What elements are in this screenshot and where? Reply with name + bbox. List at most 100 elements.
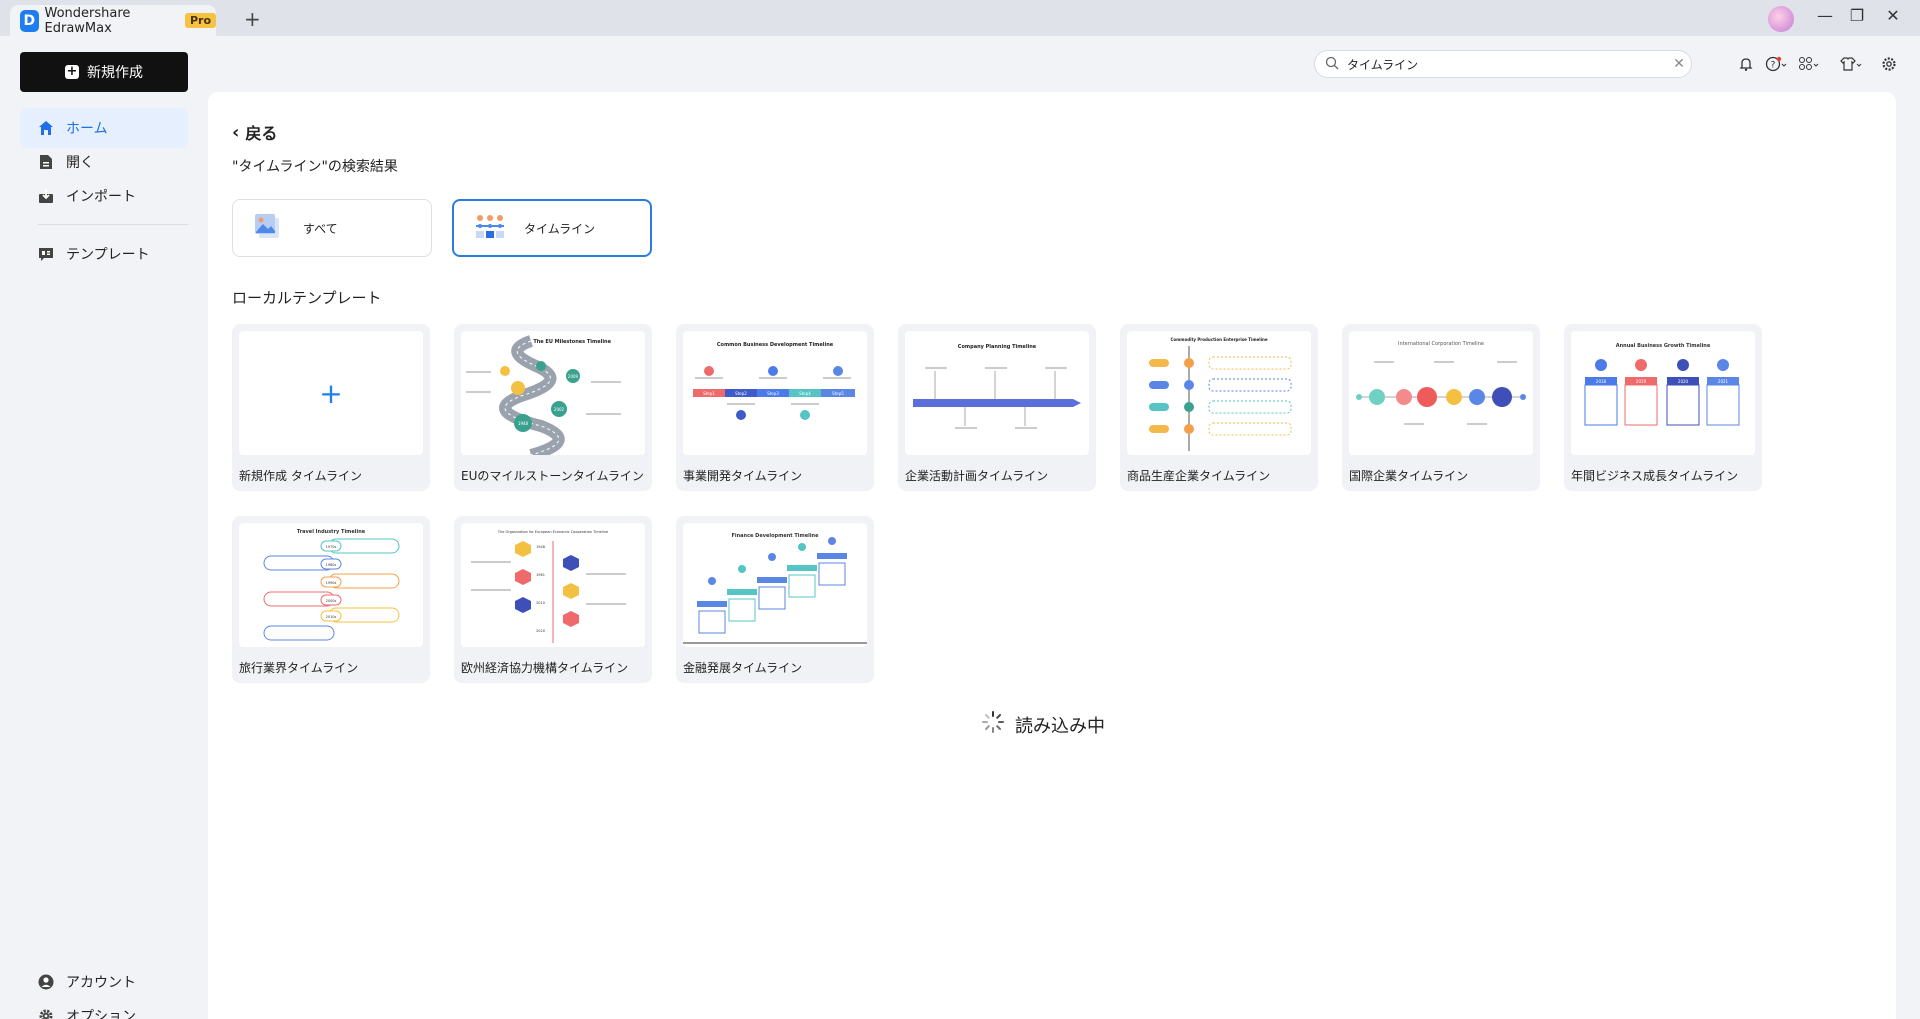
filter-timeline[interactable]: タイムライン [452, 199, 652, 257]
app-name: Wondershare EdrawMax [44, 5, 131, 36]
template-card-finance[interactable]: Finance Development Timeline 金融発展タイムライン [676, 516, 874, 683]
svg-text:1990s: 1990s [326, 581, 337, 585]
template-label: 新規作成 タイムライン [239, 469, 362, 483]
template-label: EUのマイルストーンタイムライン [461, 469, 644, 483]
new-create-button[interactable]: + 新規作成 [20, 52, 188, 92]
loading-spinner-icon [981, 710, 1015, 739]
svg-text:Company Planning Timeline: Company Planning Timeline [958, 344, 1037, 350]
template-thumbnail: Annual Business Growth Timeline 2018 201… [1571, 331, 1755, 455]
svg-text:2020: 2020 [536, 629, 545, 633]
template-card-company-planning[interactable]: Company Planning Timeline 企業活動計画タイムライン [898, 324, 1096, 491]
sidebar-item-import[interactable]: インポート [20, 176, 188, 216]
svg-text:1980s: 1980s [326, 563, 337, 567]
pro-badge: Pro [184, 13, 216, 28]
template-label: 金融発展タイムライン [683, 661, 803, 675]
apps-icon[interactable] [1796, 52, 1822, 76]
search-clear-button[interactable]: ✕ [1667, 56, 1691, 72]
svg-text:1948: 1948 [518, 421, 529, 426]
sidebar-item-label: 開く [66, 155, 94, 171]
help-icon[interactable]: ? [1763, 52, 1789, 76]
sidebar-divider [38, 224, 188, 225]
template-label: 欧州経済協力機構タイムライン [461, 661, 629, 675]
loading-label: 読み込み中 [1015, 715, 1105, 737]
template-card-business-development[interactable]: Common Business Development Timeline Ste… [676, 324, 874, 491]
sidebar-item-label: テンプレート [66, 247, 150, 263]
svg-text:2020: 2020 [1678, 379, 1689, 384]
template-thumbnail: Travel Industry Timeline 1970s 1980s 199… [239, 523, 423, 647]
template-label: 年間ビジネス成長タイムライン [1571, 469, 1739, 483]
app-logo-icon: D [20, 9, 39, 32]
template-thumbnail: Finance Development Timeline [683, 523, 867, 647]
svg-text:2019: 2019 [1636, 379, 1647, 384]
plus-icon: + [319, 376, 343, 410]
new-create-label: 新規作成 [87, 65, 143, 81]
svg-text:2021: 2021 [1718, 379, 1729, 384]
filter-label: すべて [303, 221, 338, 236]
svg-text:1961: 1961 [536, 573, 545, 577]
template-card-commodity[interactable]: Commodity Production Enterprise Timeline… [1120, 324, 1318, 491]
template-label: 旅行業界タイムライン [239, 661, 359, 675]
svg-text:2000s: 2000s [326, 599, 337, 603]
svg-text:Step3: Step3 [767, 391, 779, 396]
svg-text:2018: 2018 [1596, 379, 1607, 384]
search-result-title: "タイムライン"の検索結果 [232, 159, 398, 175]
svg-text:Step4: Step4 [799, 391, 811, 396]
svg-text:Commodity Production Enterpris: Commodity Production Enterprise Timeline [1170, 337, 1267, 342]
app-tab[interactable]: D Wondershare EdrawMax Pro [10, 5, 216, 36]
sidebar: + 新規作成 ホーム 開く インポート テンプレート アカウント オプション [0, 36, 208, 1019]
template-card-annual-growth[interactable]: Annual Business Growth Timeline 2018 201… [1564, 324, 1762, 491]
svg-text:The Organization for European: The Organization for European Economic C… [497, 530, 608, 534]
template-thumbnail: Company Planning Timeline [905, 331, 1089, 455]
filter-label: タイムライン [524, 221, 596, 236]
svg-text:2002: 2002 [554, 407, 565, 412]
sidebar-item-options[interactable]: オプション [20, 996, 188, 1019]
svg-text:2010: 2010 [536, 601, 545, 605]
template-card-eu[interactable]: The EU Milestones Timeline 1948 2002 200… [454, 324, 652, 491]
svg-text:?: ? [1771, 61, 1776, 71]
template-card-oeec[interactable]: The Organization for European Economic C… [454, 516, 652, 683]
template-label: 国際企業タイムライン [1349, 469, 1469, 483]
filter-all[interactable]: すべて [232, 199, 432, 257]
svg-text:Travel Industry Timeline: Travel Industry Timeline [297, 529, 366, 535]
import-icon [38, 188, 54, 204]
svg-text:Step5: Step5 [832, 391, 844, 396]
svg-text:1970s: 1970s [326, 545, 337, 549]
home-icon [38, 120, 54, 136]
svg-text:Finance Development Timeline: Finance Development Timeline [731, 533, 819, 539]
template-label: 商品生産企業タイムライン [1127, 469, 1271, 483]
minimize-button[interactable]: — [1810, 6, 1840, 25]
search-input[interactable]: タイムライン [1347, 56, 1667, 73]
sidebar-item-label: アカウント [66, 975, 136, 991]
new-tab-button[interactable]: + [244, 7, 261, 31]
template-thumbnail: The Organization for European Economic C… [461, 523, 645, 647]
settings-icon[interactable] [1876, 52, 1902, 76]
template-thumbnail: Commodity Production Enterprise Timeline [1127, 331, 1311, 455]
shirt-icon[interactable] [1838, 52, 1864, 76]
svg-text:2010s: 2010s [326, 615, 337, 619]
chevron-left-icon: ‹ [232, 121, 240, 143]
account-icon [38, 974, 54, 990]
svg-text:Step1: Step1 [703, 391, 715, 396]
back-button[interactable]: ‹ 戻る [232, 120, 277, 144]
bell-icon[interactable] [1733, 52, 1759, 76]
main-panel: ‹ 戻る "タイムライン"の検索結果 すべて タイムライン ローカルテンプレート… [208, 92, 1896, 1019]
close-button[interactable]: ✕ [1878, 6, 1908, 25]
template-thumbnail: International Corporation Timeline [1349, 331, 1533, 455]
svg-text:1948: 1948 [536, 545, 545, 549]
template-card-new[interactable]: + 新規作成 タイムライン [232, 324, 430, 491]
loading-indicator: 読み込み中 [981, 710, 1105, 739]
svg-text:Common Business Development Ti: Common Business Development Timeline [717, 342, 834, 348]
template-thumbnail: + [239, 331, 423, 455]
timeline-icon [474, 214, 506, 243]
avatar[interactable] [1768, 6, 1794, 32]
plus-icon: + [65, 64, 79, 79]
template-card-travel[interactable]: Travel Industry Timeline 1970s 1980s 199… [232, 516, 430, 683]
sidebar-item-label: オプション [66, 1009, 136, 1019]
section-title-local-templates: ローカルテンプレート [232, 289, 382, 307]
svg-text:Step2: Step2 [735, 391, 747, 396]
search-box[interactable]: タイムライン ✕ [1314, 50, 1692, 78]
sidebar-item-templates[interactable]: テンプレート [20, 234, 188, 274]
template-card-international[interactable]: International Corporation Timeline 国際企業タ… [1342, 324, 1540, 491]
restore-button[interactable]: ❐ [1842, 6, 1872, 25]
svg-text:The EU Milestones Timeline: The EU Milestones Timeline [533, 339, 611, 345]
